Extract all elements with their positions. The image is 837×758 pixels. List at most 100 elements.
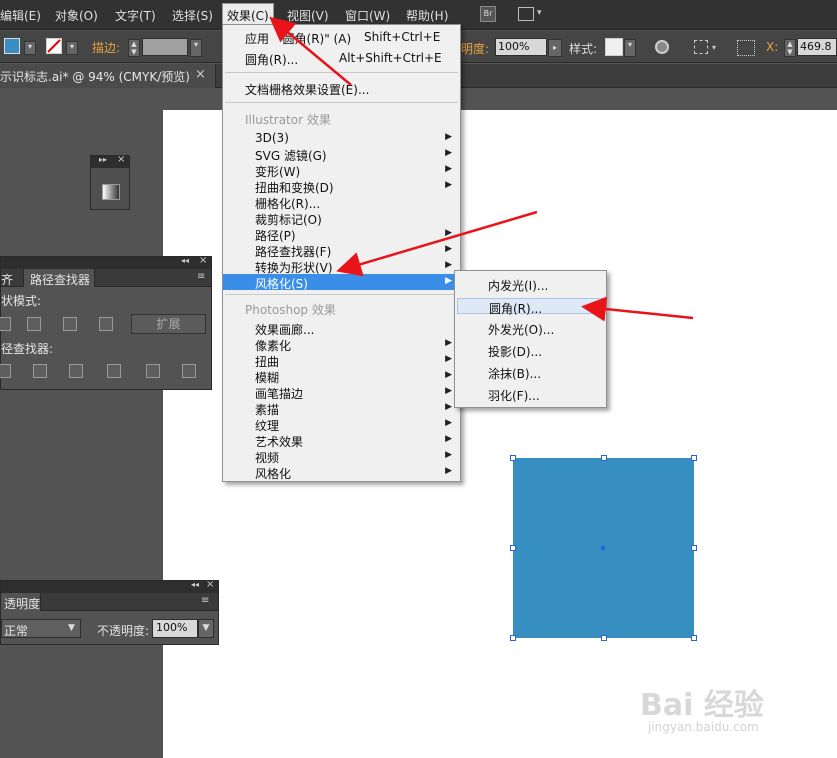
chevron-down-icon[interactable]: ▼ bbox=[198, 619, 214, 638]
x-field[interactable]: 469.8 bbox=[797, 38, 837, 56]
minus-front-icon[interactable] bbox=[27, 317, 41, 331]
menu-window[interactable]: 窗口(W) bbox=[345, 7, 390, 24]
unite-icon[interactable] bbox=[0, 317, 11, 331]
stroke-weight-dropdown[interactable]: ▾ bbox=[190, 39, 202, 57]
minus-back-icon[interactable] bbox=[182, 364, 196, 378]
photoshop-item[interactable]: 素描 ▶ bbox=[223, 400, 460, 417]
selection-handle[interactable] bbox=[691, 635, 697, 641]
collapse-icon[interactable]: ◂◂ bbox=[191, 580, 199, 589]
reference-point-icon[interactable] bbox=[737, 40, 755, 56]
illustrator-item[interactable]: 路径(P) ▶ bbox=[223, 226, 460, 243]
selection-handle[interactable] bbox=[691, 545, 697, 551]
photoshop-item[interactable]: 像素化 ▶ bbox=[223, 336, 460, 353]
photoshop-item[interactable]: 纹理 ▶ bbox=[223, 416, 460, 433]
menu-item-apply-last[interactable]: 应用 "圆角(R)" (A) Shift+Ctrl+E bbox=[223, 29, 460, 46]
center-point bbox=[601, 546, 605, 550]
document-tab[interactable]: 示识标志.ai* @ 94% (CMYK/预览) × bbox=[0, 64, 216, 88]
panel-menu-icon[interactable]: ≡ bbox=[201, 595, 209, 606]
merge-icon[interactable] bbox=[69, 364, 83, 378]
panel-menu-icon[interactable]: ≡ bbox=[197, 271, 205, 282]
recolor-icon[interactable] bbox=[655, 40, 669, 54]
close-icon[interactable]: × bbox=[117, 154, 125, 165]
style-dropdown-icon[interactable]: ▾ bbox=[624, 39, 636, 57]
opacity-field[interactable]: 100% bbox=[495, 38, 547, 56]
panel-header[interactable]: ◂◂ × bbox=[1, 255, 211, 269]
selection-handle[interactable] bbox=[601, 455, 607, 461]
expand-icon[interactable]: ▸▸ bbox=[99, 155, 107, 164]
close-tab-icon[interactable]: × bbox=[195, 67, 206, 82]
style-swatch[interactable] bbox=[605, 38, 623, 56]
illustrator-item[interactable]: 栅格化(R)... bbox=[223, 194, 460, 211]
align-icon[interactable] bbox=[694, 40, 708, 54]
illustrator-item[interactable]: 裁剪标记(O) bbox=[223, 210, 460, 227]
divide-icon[interactable] bbox=[0, 364, 11, 378]
selection-handle[interactable] bbox=[601, 635, 607, 641]
panel-header[interactable]: ▸▸ × bbox=[91, 154, 129, 168]
stroke-dropdown-icon[interactable]: ▾ bbox=[66, 41, 78, 55]
menu-type[interactable]: 文字(T) bbox=[115, 7, 156, 24]
illustrator-item[interactable]: 转换为形状(V) ▶ bbox=[223, 258, 460, 275]
photoshop-item[interactable]: 艺术效果 ▶ bbox=[223, 432, 460, 449]
stylize-item[interactable]: 投影(D)... bbox=[457, 342, 604, 359]
stylize-item[interactable]: 外发光(O)... bbox=[457, 320, 604, 337]
photoshop-item[interactable]: 画笔描边 ▶ bbox=[223, 384, 460, 401]
crop-icon[interactable] bbox=[107, 364, 121, 378]
close-icon[interactable]: × bbox=[199, 255, 207, 266]
tab-align[interactable]: 齐 bbox=[1, 271, 13, 288]
fill-swatch[interactable] bbox=[4, 38, 20, 54]
exclude-icon[interactable] bbox=[99, 317, 113, 331]
menu-item-raster-settings[interactable]: 文档栅格效果设置(E)... bbox=[223, 80, 460, 97]
tab-transparency[interactable]: 透明度 bbox=[4, 595, 40, 612]
submenu-arrow-icon: ▶ bbox=[445, 260, 452, 270]
fill-dropdown-icon[interactable]: ▾ bbox=[24, 41, 36, 55]
trim-icon[interactable] bbox=[33, 364, 47, 378]
close-icon[interactable]: × bbox=[206, 579, 214, 590]
stroke-weight-field[interactable] bbox=[142, 38, 188, 56]
selection-handle[interactable] bbox=[510, 545, 516, 551]
intersect-icon[interactable] bbox=[63, 317, 77, 331]
menu-view[interactable]: 视图(V) bbox=[287, 7, 329, 24]
illustrator-item[interactable]: 3D(3) ▶ bbox=[223, 130, 460, 146]
menu-edit[interactable]: 编辑(E) bbox=[0, 7, 41, 24]
opacity-dropdown-icon[interactable]: ▸ bbox=[548, 39, 562, 57]
photoshop-item[interactable]: 风格化 ▶ bbox=[223, 464, 460, 481]
collapse-icon[interactable]: ◂◂ bbox=[181, 256, 189, 265]
submenu-arrow-icon: ▶ bbox=[445, 338, 452, 348]
photoshop-item[interactable]: 视频 ▶ bbox=[223, 448, 460, 465]
gradient-icon[interactable] bbox=[102, 184, 120, 200]
submenu-arrow-icon: ▶ bbox=[445, 132, 452, 142]
illustrator-item[interactable]: SVG 滤镜(G) ▶ bbox=[223, 146, 460, 163]
selection-handle[interactable] bbox=[691, 455, 697, 461]
photoshop-item[interactable]: 扭曲 ▶ bbox=[223, 352, 460, 369]
stylize-item[interactable]: 羽化(F)... bbox=[457, 386, 604, 403]
outline-icon[interactable] bbox=[146, 364, 160, 378]
illustrator-item[interactable]: 扭曲和变换(D) ▶ bbox=[223, 178, 460, 195]
illustrator-item[interactable]: 风格化(S) ▶ bbox=[223, 274, 460, 291]
blend-mode-select[interactable]: 正常 ▼ bbox=[1, 619, 81, 638]
illustrator-item[interactable]: 变形(W) ▶ bbox=[223, 162, 460, 179]
stylize-item[interactable]: 涂抹(B)... bbox=[457, 364, 604, 381]
menu-item-last-effect[interactable]: 圆角(R)... Alt+Shift+Ctrl+E bbox=[223, 50, 460, 67]
photoshop-item[interactable]: 模糊 ▶ bbox=[223, 368, 460, 385]
illustrator-item[interactable]: 路径查找器(F) ▶ bbox=[223, 242, 460, 259]
last-effect-label: 圆角(R)... bbox=[245, 53, 299, 67]
selection-handle[interactable] bbox=[510, 455, 516, 461]
stroke-swatch[interactable] bbox=[46, 38, 62, 54]
menu-help[interactable]: 帮助(H) bbox=[406, 7, 448, 24]
stylize-item[interactable]: 内发光(I)... bbox=[457, 276, 604, 293]
selection-handle[interactable] bbox=[510, 635, 516, 641]
photoshop-item[interactable]: 效果画廊... bbox=[223, 320, 460, 337]
x-stepper[interactable]: ▲ ▼ bbox=[784, 39, 796, 57]
menu-object[interactable]: 对象(O) bbox=[55, 7, 98, 24]
illustrator-effects-header: Illustrator 效果 bbox=[245, 113, 331, 127]
menu-effect[interactable]: 效果(C) bbox=[222, 3, 274, 26]
expand-button[interactable]: 扩展 bbox=[131, 314, 206, 334]
menu-select[interactable]: 选择(S) bbox=[172, 7, 213, 24]
arrange-documents-icon[interactable] bbox=[518, 7, 534, 21]
panel-header[interactable]: ◂◂ × bbox=[1, 579, 218, 593]
opacity-field[interactable]: 100% bbox=[152, 619, 198, 638]
bridge-button[interactable]: Br bbox=[480, 6, 496, 22]
tab-pathfinder[interactable]: 路径查找器 bbox=[30, 271, 90, 288]
stroke-stepper[interactable]: ▲ ▼ bbox=[128, 39, 140, 57]
stylize-item[interactable]: 圆角(R)... bbox=[457, 298, 604, 316]
